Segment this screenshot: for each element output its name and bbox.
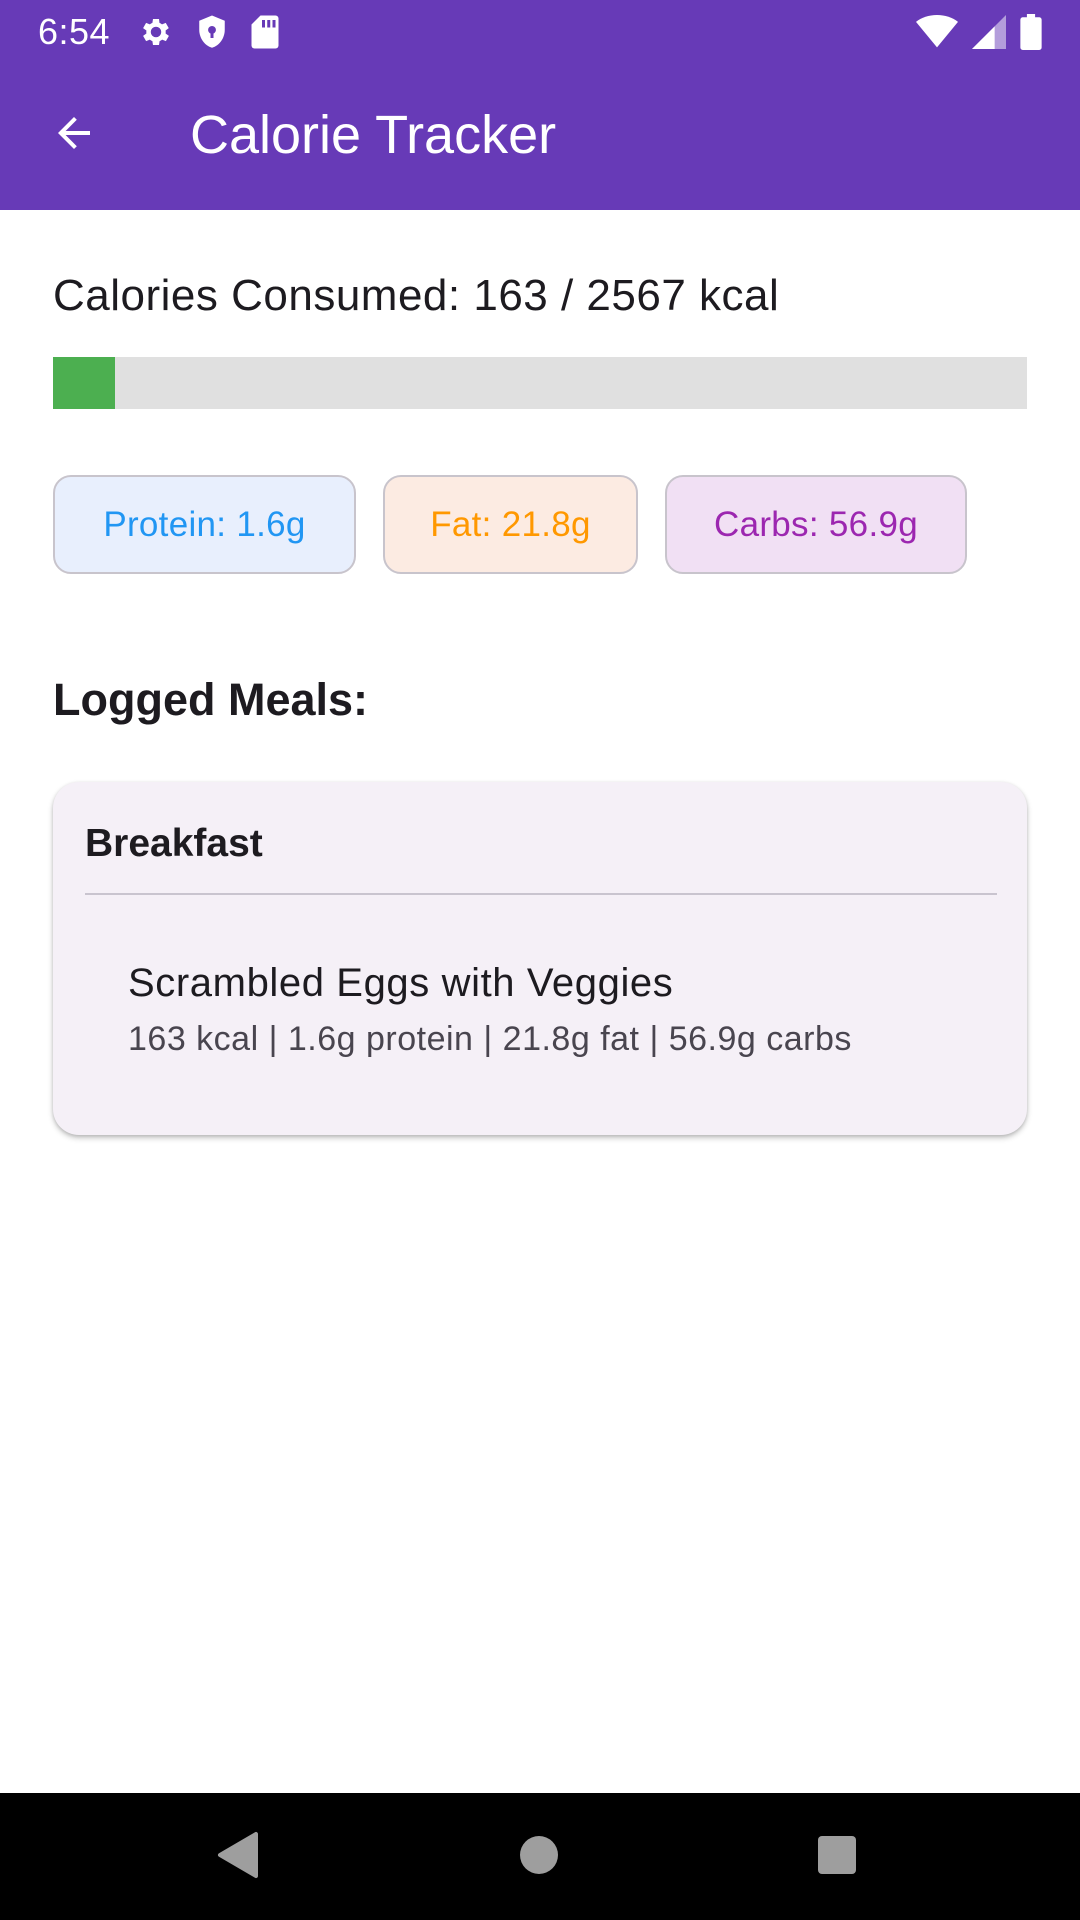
food-item-name: Scrambled Eggs with Veggies (128, 961, 674, 1005)
nav-home-icon (519, 1835, 559, 1880)
calorie-progress-fill (53, 357, 115, 409)
protein-chip[interactable]: Protein: 1.6g (53, 475, 356, 574)
nav-recents-icon (817, 1835, 857, 1880)
food-item-details: 163 kcal | 1.6g protein | 21.8g fat | 56… (128, 1020, 852, 1058)
back-button[interactable] (36, 97, 112, 173)
nav-back-icon (216, 1831, 262, 1884)
carbs-chip-label: Carbs: 56.9g (714, 504, 918, 544)
macro-chips: Protein: 1.6g Fat: 21.8g Carbs: 56.9g (53, 475, 967, 574)
sd-card-icon (250, 14, 280, 50)
fat-chip[interactable]: Fat: 21.8g (383, 475, 638, 574)
battery-icon (1020, 14, 1042, 50)
settings-gear-icon (138, 14, 174, 50)
meal-card-breakfast: Breakfast Scrambled Eggs with Veggies 16… (53, 782, 1027, 1135)
calorie-progress-bar (53, 357, 1027, 409)
status-icons-right (916, 14, 1042, 50)
nav-back-button[interactable] (195, 1813, 283, 1901)
meal-name: Breakfast (85, 822, 263, 865)
nav-home-button[interactable] (495, 1813, 583, 1901)
status-icons-left (138, 14, 280, 50)
food-list-item[interactable]: Scrambled Eggs with Veggies 163 kcal | 1… (128, 957, 988, 1061)
calories-consumed-text: Calories Consumed: 163 / 2567 kcal (53, 271, 780, 320)
logged-meals-heading: Logged Meals: (53, 674, 369, 725)
protein-chip-label: Protein: 1.6g (103, 504, 306, 544)
fat-chip-label: Fat: 21.8g (430, 504, 591, 544)
status-bar: 6:54 (0, 0, 1080, 63)
signal-icon (972, 15, 1006, 49)
system-navigation-bar (0, 1793, 1080, 1920)
page-title: Calorie Tracker (190, 105, 557, 165)
calorie-tracker-screen: 6:54 Calorie Tracker Calories Consumed: … (0, 0, 1080, 1920)
app-bar: Calorie Tracker (0, 63, 1080, 210)
meal-divider (85, 893, 997, 895)
nav-recents-button[interactable] (793, 1813, 881, 1901)
arrow-back-icon (50, 109, 98, 162)
status-time: 6:54 (38, 11, 111, 52)
carbs-chip[interactable]: Carbs: 56.9g (665, 475, 967, 574)
wifi-icon (916, 15, 958, 49)
shield-icon (196, 14, 228, 50)
